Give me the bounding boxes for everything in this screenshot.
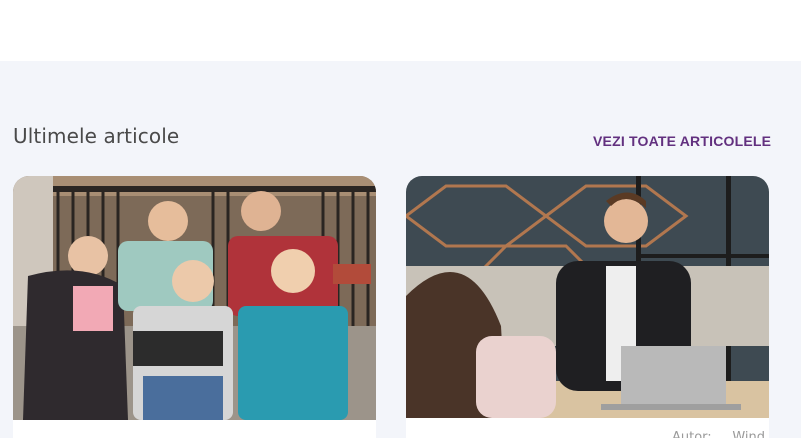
article-author: Autor: ... Wind (671, 430, 765, 438)
article-image-interview[interactable] (406, 176, 769, 418)
section-title: Ultimele articole (13, 124, 180, 148)
top-white-band (0, 0, 801, 61)
article-image-students[interactable] (13, 176, 376, 420)
see-all-articles-link[interactable]: VEZI TOATE ARTICOLELE (593, 133, 771, 149)
article-card[interactable]: Autor: ... Wind (406, 176, 769, 438)
article-card[interactable] (13, 176, 376, 438)
